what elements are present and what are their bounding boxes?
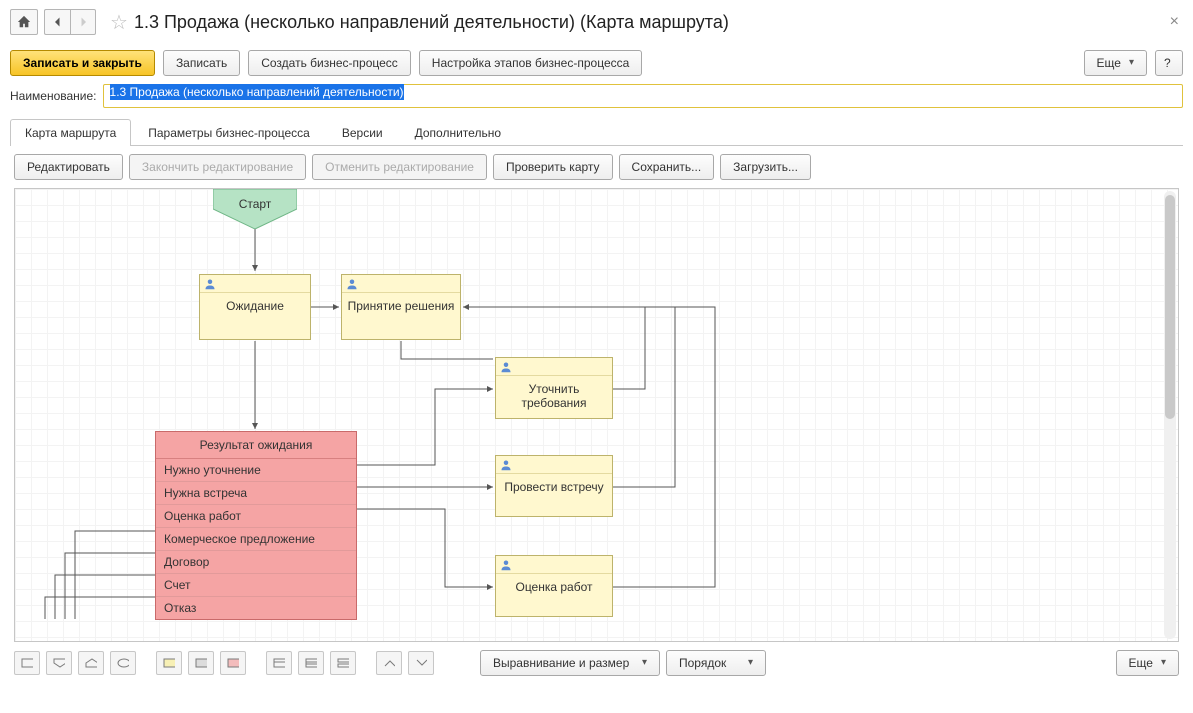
task-icon — [163, 658, 175, 668]
more-button[interactable]: Еще — [1084, 50, 1147, 76]
flowchart-canvas[interactable]: Старт Ожидание Принятие решения Уточнить… — [14, 188, 1179, 642]
estimate-node[interactable]: Оценка работ — [495, 555, 613, 617]
close-button[interactable]: × — [1166, 13, 1183, 31]
block-icon — [195, 658, 207, 668]
decision-label: Принятие решения — [342, 293, 460, 319]
switch-row-clarify[interactable]: Нужно уточнение — [156, 459, 356, 482]
edit-button[interactable]: Редактировать — [14, 154, 123, 180]
help-button[interactable]: ? — [1155, 50, 1183, 76]
person-icon — [346, 278, 358, 290]
person-icon — [500, 361, 512, 373]
meeting-label: Провести встречу — [496, 474, 612, 500]
nav-back-button[interactable] — [44, 9, 70, 35]
switch-row-contract[interactable]: Договор — [156, 551, 356, 574]
start-icon — [53, 658, 65, 668]
favorite-star-icon[interactable]: ☆ — [110, 10, 128, 35]
arrow-right-icon — [77, 16, 89, 28]
connector-icon — [383, 658, 395, 668]
person-icon — [500, 459, 512, 471]
rect-icon — [21, 658, 33, 668]
switch-row-offer[interactable]: Комерческое предложение — [156, 528, 356, 551]
shape-block-button[interactable] — [188, 651, 214, 675]
shape-split-button[interactable] — [330, 651, 356, 675]
shape-toolbar: Выравнивание и размер Порядок Еще — [0, 642, 1193, 684]
name-label: Наименование: — [10, 89, 97, 103]
scrollbar-thumb[interactable] — [1165, 195, 1175, 419]
save-close-button[interactable]: Записать и закрыть — [10, 50, 155, 76]
switch-row-reject[interactable]: Отказ — [156, 597, 356, 619]
name-input[interactable]: 1.3 Продажа (несколько направлений деяте… — [103, 84, 1183, 108]
switch-row-estimate[interactable]: Оценка работ — [156, 505, 356, 528]
wait-label: Ожидание — [200, 293, 310, 319]
check-map-button[interactable]: Проверить карту — [493, 154, 613, 180]
main-toolbar: Записать и закрыть Записать Создать бизн… — [0, 44, 1193, 82]
align-dropdown[interactable]: Выравнивание и размер — [480, 650, 660, 676]
person-icon — [500, 559, 512, 571]
name-input-value: 1.3 Продажа (несколько направлений деяте… — [110, 84, 404, 100]
home-icon — [17, 15, 31, 29]
person-icon — [204, 278, 216, 290]
finish-edit-button: Закончить редактирование — [129, 154, 306, 180]
map-toolbar: Редактировать Закончить редактирование О… — [0, 146, 1193, 188]
list-icon — [305, 658, 317, 668]
configure-steps-button[interactable]: Настройка этапов бизнес-процесса — [419, 50, 643, 76]
name-field-row: Наименование: 1.3 Продажа (несколько нап… — [0, 82, 1193, 118]
decision-node[interactable]: Принятие решения — [341, 274, 461, 340]
save-button[interactable]: Записать — [163, 50, 240, 76]
tabs: Карта маршрута Параметры бизнес-процесса… — [10, 118, 1183, 146]
merge-button[interactable] — [408, 651, 434, 675]
shape-rect-button[interactable] — [14, 651, 40, 675]
tab-additional[interactable]: Дополнительно — [400, 119, 516, 146]
start-label: Старт — [213, 197, 297, 211]
window-titlebar: ☆ 1.3 Продажа (несколько направлений дея… — [0, 0, 1193, 44]
switch-row-invoice[interactable]: Счет — [156, 574, 356, 597]
home-button[interactable] — [10, 9, 38, 35]
nav-forward-button[interactable] — [70, 9, 96, 35]
create-bp-button[interactable]: Создать бизнес-процесс — [248, 50, 411, 76]
arrow-left-icon — [52, 16, 64, 28]
clarify-node[interactable]: Уточнить требования — [495, 357, 613, 419]
shape-task-button[interactable] — [156, 651, 182, 675]
shape-sub-button[interactable] — [266, 651, 292, 675]
shape-end-button[interactable] — [78, 651, 104, 675]
shape-cond-button[interactable] — [220, 651, 246, 675]
end-icon — [85, 658, 97, 668]
cond-icon — [227, 658, 239, 668]
estimate-label: Оценка работ — [496, 574, 612, 600]
start-node[interactable]: Старт — [213, 189, 297, 229]
merge-icon — [415, 658, 427, 668]
split-icon — [337, 658, 349, 668]
ellipse-icon — [117, 658, 129, 668]
shape-list-button[interactable] — [298, 651, 324, 675]
shape-start-button[interactable] — [46, 651, 72, 675]
canvas-scrollbar[interactable] — [1164, 191, 1176, 639]
shape-ellipse-button[interactable] — [110, 651, 136, 675]
tab-route-map[interactable]: Карта маршрута — [10, 119, 131, 146]
switch-row-meeting[interactable]: Нужна встреча — [156, 482, 356, 505]
order-dropdown[interactable]: Порядок — [666, 650, 766, 676]
switch-node[interactable]: Результат ожидания Нужно уточнение Нужна… — [155, 431, 357, 620]
meeting-node[interactable]: Провести встречу — [495, 455, 613, 517]
load-map-button[interactable]: Загрузить... — [720, 154, 811, 180]
sub-icon — [273, 658, 285, 668]
wait-node[interactable]: Ожидание — [199, 274, 311, 340]
save-map-button[interactable]: Сохранить... — [619, 154, 715, 180]
cancel-edit-button: Отменить редактирование — [312, 154, 487, 180]
switch-title: Результат ожидания — [156, 432, 356, 459]
bottom-more-button[interactable]: Еще — [1116, 650, 1179, 676]
connector-button[interactable] — [376, 651, 402, 675]
tab-versions[interactable]: Версии — [327, 119, 398, 146]
clarify-label: Уточнить требования — [496, 376, 612, 416]
tab-bp-params[interactable]: Параметры бизнес-процесса — [133, 119, 325, 146]
page-title: 1.3 Продажа (несколько направлений деяте… — [134, 12, 729, 33]
